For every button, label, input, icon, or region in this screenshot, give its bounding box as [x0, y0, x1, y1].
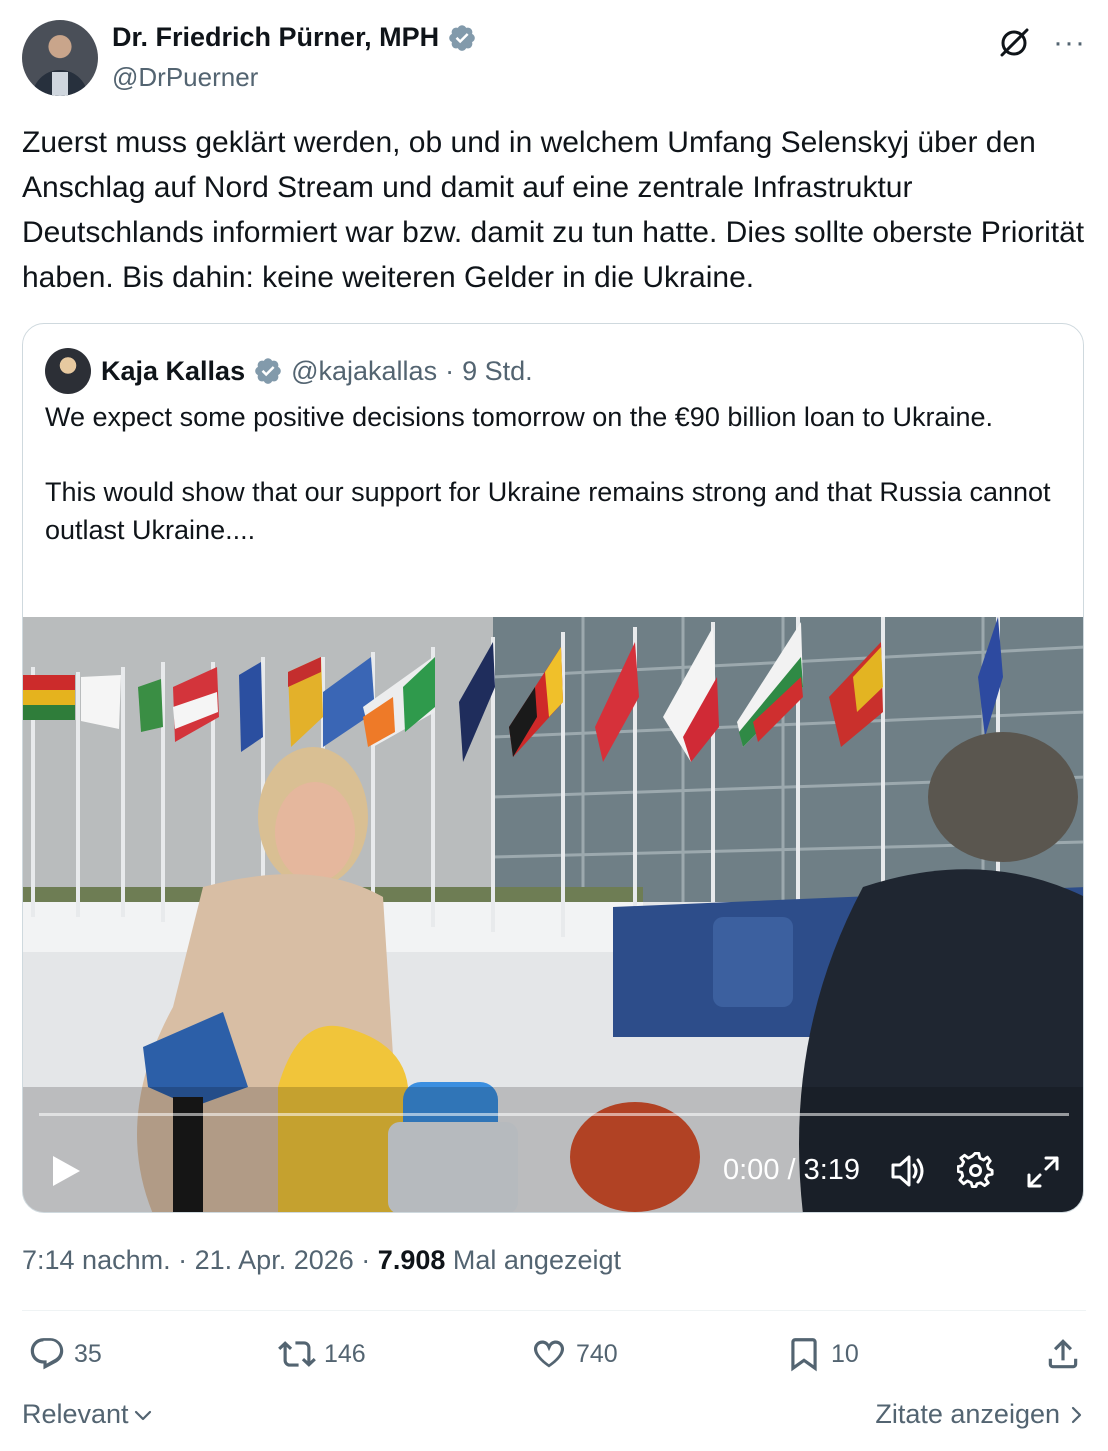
view-count: 7.908: [377, 1245, 446, 1275]
divider: [22, 1310, 1086, 1311]
grok-icon[interactable]: [997, 26, 1031, 60]
quoted-tweet-header: Kaja Kallas @kajakallas · 9 Std.: [45, 348, 533, 394]
action-bar: 35 146 740 10: [22, 1335, 1086, 1379]
separator-dot: ·: [178, 1245, 188, 1275]
play-icon[interactable]: [49, 1154, 83, 1188]
sort-dropdown[interactable]: Relevant: [22, 1399, 153, 1430]
video-player[interactable]: 0:00 / 3:19: [23, 617, 1083, 1212]
sort-label: Relevant: [22, 1399, 129, 1429]
verified-badge-icon: [255, 358, 281, 384]
quoted-author-name: Kaja Kallas: [101, 355, 246, 386]
quoted-tweet[interactable]: Kaja Kallas @kajakallas · 9 Std. We expe…: [22, 323, 1084, 1213]
bookmark-count: 10: [831, 1339, 859, 1368]
author-name[interactable]: Dr. Friedrich Pürner, MPH: [112, 22, 439, 53]
quoted-author-handle: @kajakallas: [291, 355, 438, 386]
like-button[interactable]: 740: [530, 1335, 618, 1373]
avatar-shirt: [52, 72, 68, 96]
reply-count: 35: [74, 1339, 102, 1368]
bookmark-button[interactable]: 10: [785, 1335, 859, 1373]
tweet-text: Zuerst muss geklärt werden, ob und in we…: [22, 126, 1085, 294]
chevron-down-icon: [134, 1410, 151, 1420]
author-handle[interactable]: @DrPuerner: [112, 62, 258, 93]
separator-dot: ·: [361, 1245, 371, 1275]
view-count-label: Mal angezeigt: [452, 1245, 621, 1275]
quoted-tweet-text: We expect some positive decisions tomorr…: [45, 402, 1051, 545]
tweet-meta: 7:14 nachm. · 21. Apr. 2026 · 7.908 Mal …: [22, 1245, 621, 1276]
verified-badge-icon[interactable]: [447, 23, 477, 53]
video-frame: [23, 617, 1083, 1212]
reply-icon: [30, 1338, 64, 1370]
reply-button[interactable]: 35: [28, 1335, 102, 1373]
tweet-header: Dr. Friedrich Pürner, MPH @DrPuerner ···: [22, 18, 1086, 98]
volume-icon[interactable]: [889, 1153, 927, 1189]
author-avatar[interactable]: [22, 20, 98, 96]
bookmark-icon: [791, 1338, 817, 1372]
author-name-row: Dr. Friedrich Pürner, MPH: [112, 22, 477, 53]
more-icon[interactable]: ···: [1053, 28, 1086, 58]
view-quotes-label: Zitate anzeigen: [875, 1399, 1060, 1429]
quoted-author-avatar: [45, 348, 91, 394]
settings-icon[interactable]: [957, 1152, 995, 1190]
quoted-tweet-time: 9 Std.: [462, 355, 533, 386]
retweet-count: 146: [324, 1339, 366, 1368]
tweet-date[interactable]: 21. Apr. 2026: [195, 1245, 354, 1275]
share-button[interactable]: [1044, 1335, 1082, 1373]
replies-toolbar: Relevant Zitate anzeigen: [22, 1397, 1086, 1437]
chevron-right-icon: [1071, 1406, 1082, 1423]
separator-dot: ·: [445, 355, 455, 386]
tweet-time[interactable]: 7:14 nachm.: [22, 1245, 171, 1275]
video-progress-bar[interactable]: [39, 1113, 1069, 1116]
fullscreen-icon[interactable]: [1025, 1154, 1061, 1190]
video-time: 0:00 / 3:19: [723, 1154, 861, 1186]
retweet-button[interactable]: 146: [278, 1335, 366, 1373]
like-count: 740: [576, 1339, 618, 1368]
retweet-icon: [278, 1341, 316, 1367]
header-actions: ···: [997, 26, 1086, 60]
share-icon: [1048, 1339, 1078, 1369]
view-quotes-link[interactable]: Zitate anzeigen: [875, 1399, 1086, 1430]
heart-icon: [533, 1340, 565, 1368]
